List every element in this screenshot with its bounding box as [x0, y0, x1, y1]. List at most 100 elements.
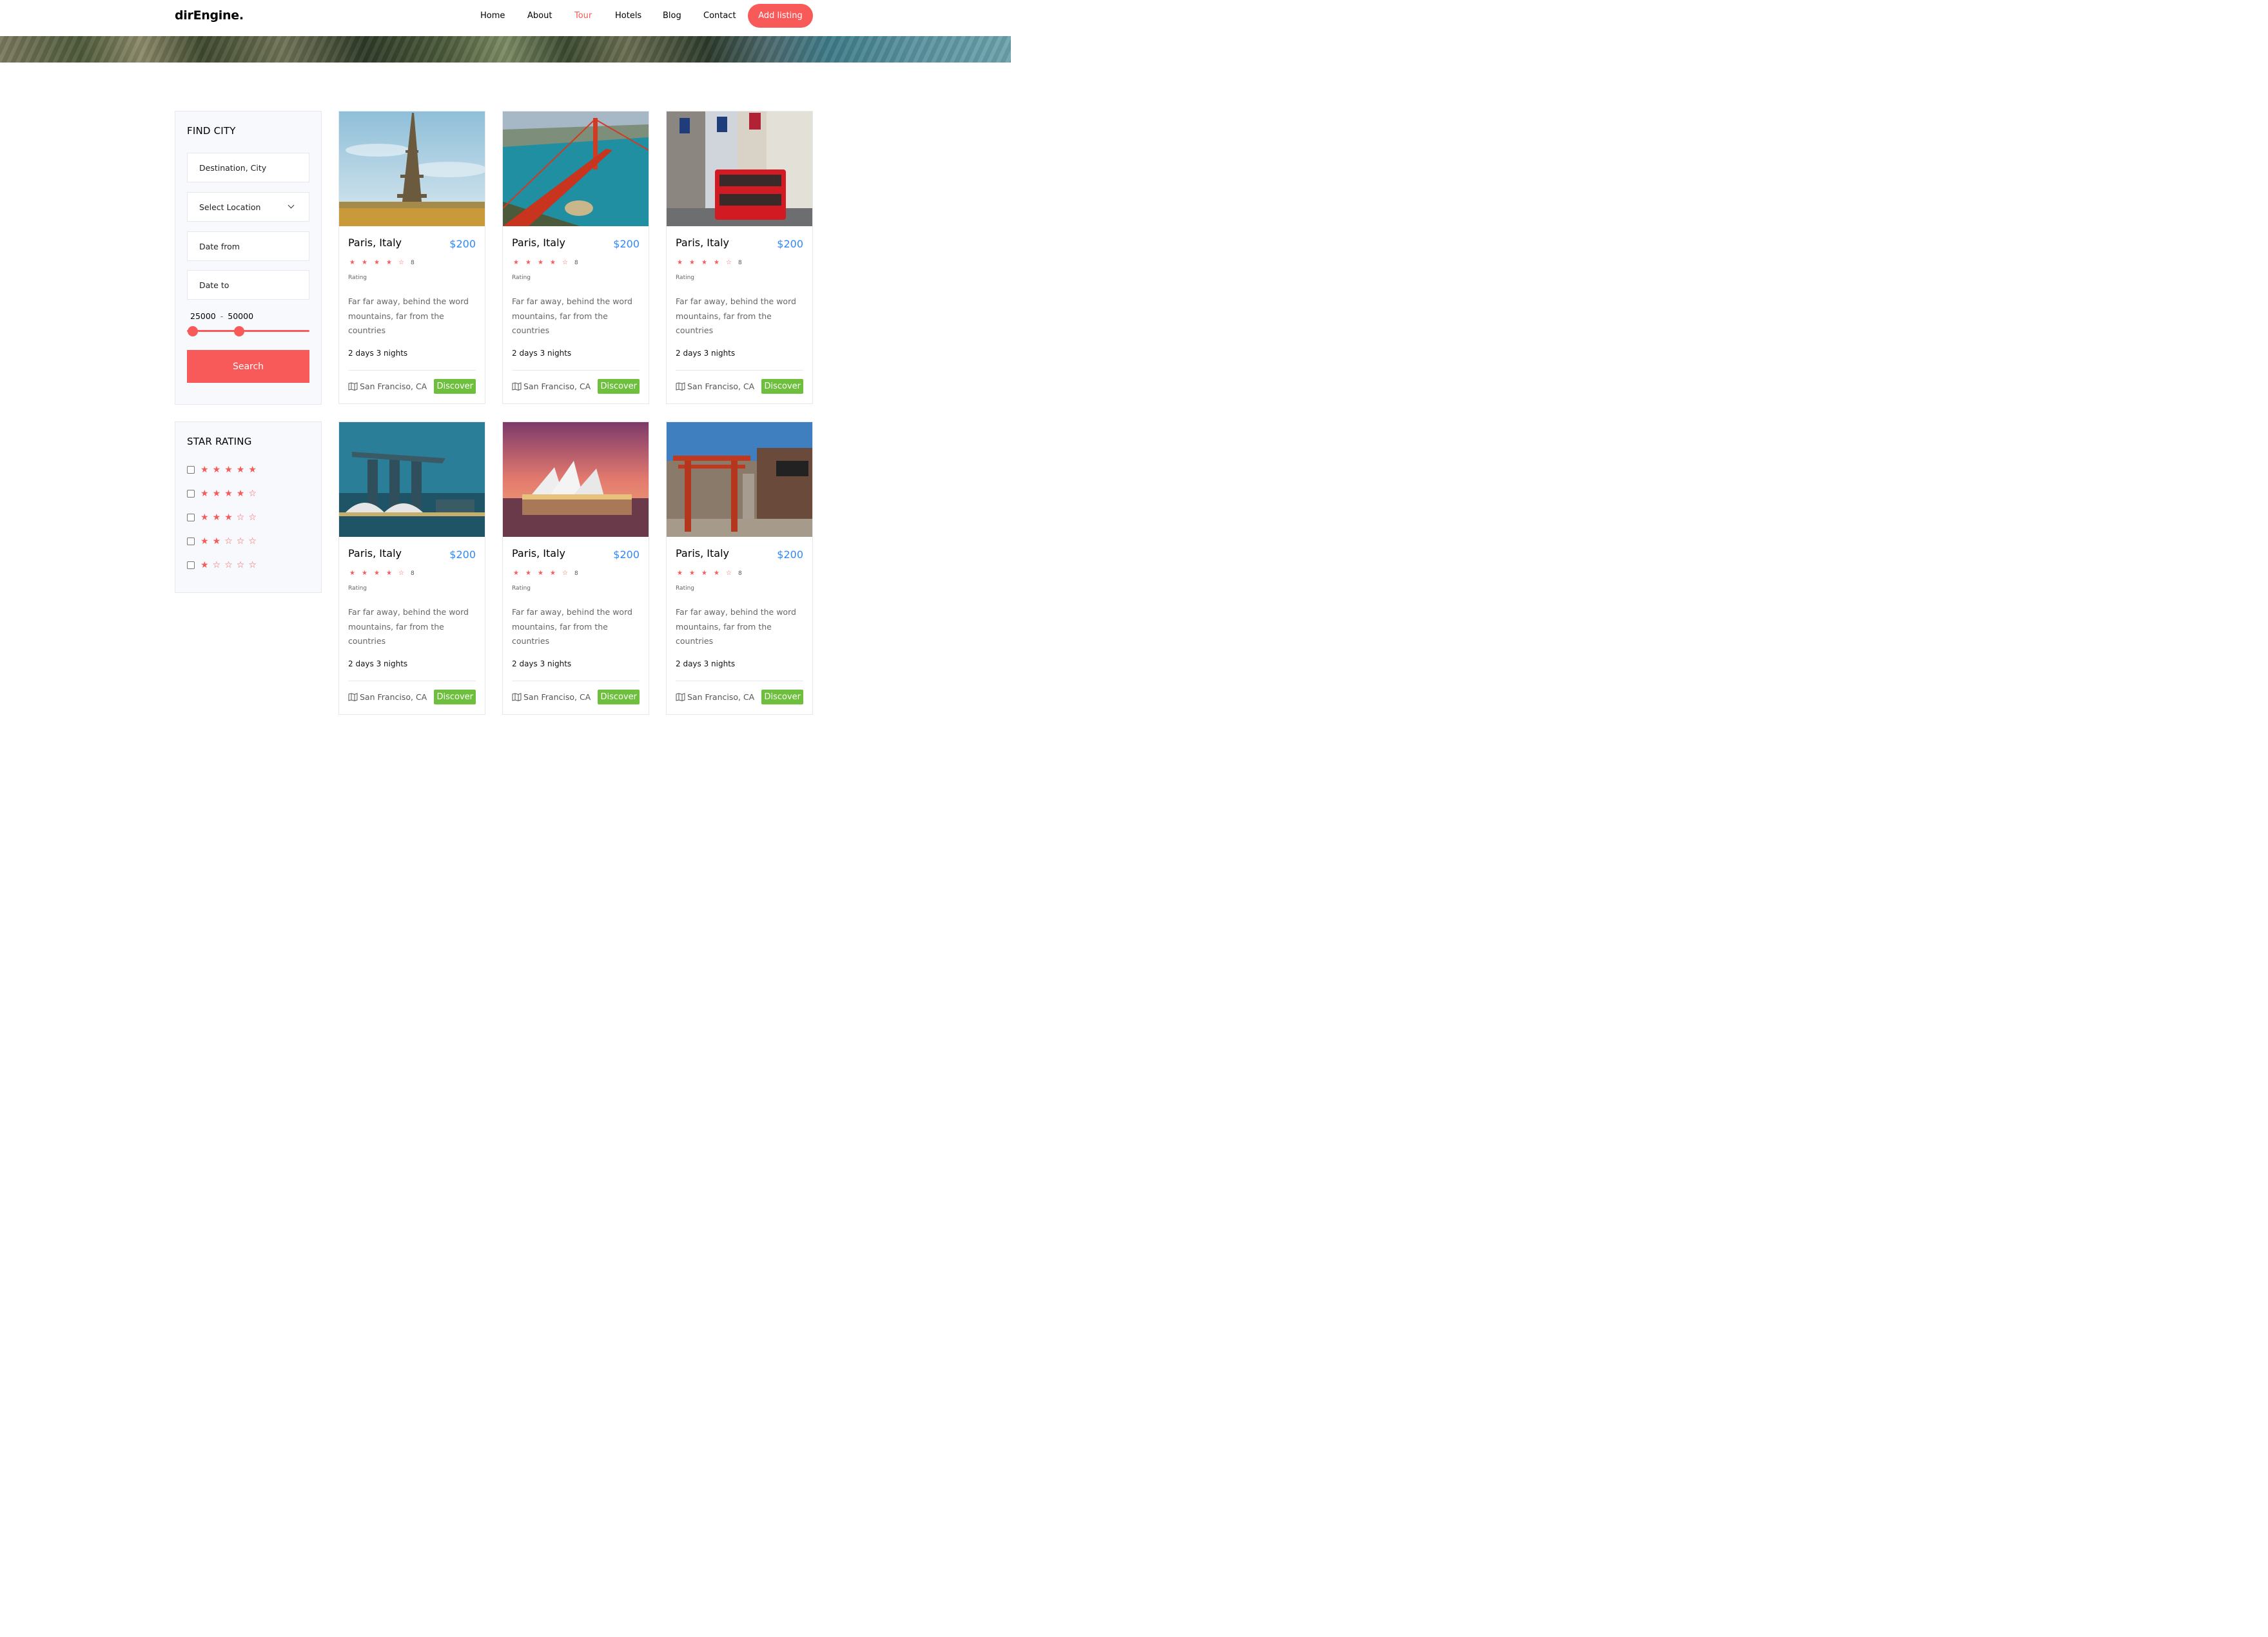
star-empty-icon: ☆	[562, 570, 568, 577]
site-logo[interactable]: dirEngine.	[175, 8, 244, 23]
japan-torii-street-photo[interactable]	[667, 422, 812, 537]
star-filter-stars: ★ ★ ☆ ☆ ☆	[200, 537, 260, 546]
marina-bay-sands-photo[interactable]	[339, 422, 485, 537]
card-divider	[348, 370, 476, 371]
trip-duration: 2 days 3 nights	[512, 659, 572, 668]
nav-contact[interactable]: Contact	[703, 11, 736, 21]
discover-button[interactable]: Discover	[598, 690, 640, 704]
star-filter-checkbox[interactable]	[187, 538, 195, 545]
card-title[interactable]: Paris, Italy	[512, 237, 565, 249]
card-title[interactable]: Paris, Italy	[676, 547, 729, 559]
location-text: San Franciso, CA	[523, 382, 591, 391]
star-filter-checkbox[interactable]	[187, 561, 195, 569]
discover-button[interactable]: Discover	[598, 379, 640, 394]
card-description: Far far away, behind the word mountains,…	[348, 607, 469, 646]
nav-hotels[interactable]: Hotels	[615, 11, 641, 21]
trip-duration: 2 days 3 nights	[348, 659, 408, 668]
star-filled-icon: ★	[513, 570, 519, 577]
range-max-handle[interactable]	[234, 326, 244, 336]
star-filter-row[interactable]: ★ ★ ★ ★ ☆	[187, 489, 260, 498]
card-title[interactable]: Paris, Italy	[512, 547, 565, 559]
star-filled-icon: ★	[714, 570, 719, 577]
star-filled-icon: ★	[550, 570, 556, 577]
tour-card[interactable]: Paris, Italy $200 ★ ★ ★ ★ ☆ 8 Rating Far far away…	[338, 111, 485, 404]
card-price: $200	[613, 548, 640, 561]
star-filled-icon: ★	[677, 259, 683, 266]
star-filter-row[interactable]: ★ ☆ ☆ ☆ ☆	[187, 561, 260, 570]
star-empty-icon: ☆	[398, 259, 404, 266]
discover-button[interactable]: Discover	[761, 379, 803, 394]
hero-image-strip	[0, 36, 1011, 63]
card-star-rating: ★ ★ ★ ★ ☆ 8	[513, 259, 578, 266]
star-filter-row[interactable]: ★ ★ ★ ★ ★	[187, 465, 260, 474]
golden-gate-bridge-photo[interactable]	[503, 111, 649, 226]
nav-about[interactable]: About	[527, 11, 552, 21]
tour-card[interactable]: Paris, Italy $200 ★ ★ ★ ★ ☆ 8 Rating Far far away…	[666, 111, 813, 404]
london-street-bus-photo[interactable]	[667, 111, 812, 226]
card-title[interactable]: Paris, Italy	[348, 237, 402, 249]
star-filter-row[interactable]: ★ ★ ★ ☆ ☆	[187, 513, 260, 522]
rating-label: Rating	[676, 275, 695, 281]
star-filled-icon: ★	[200, 489, 209, 499]
star-filter-checkbox[interactable]	[187, 490, 195, 498]
trip-duration: 2 days 3 nights	[512, 349, 572, 358]
star-filled-icon: ★	[200, 536, 209, 547]
sydney-opera-house-photo[interactable]	[503, 422, 649, 537]
star-filter-stars: ★ ★ ★ ★ ☆	[200, 489, 260, 498]
location-select-label: Select Location	[199, 202, 261, 212]
star-filter-checkbox[interactable]	[187, 466, 195, 474]
location-select[interactable]: Select Location	[187, 192, 309, 222]
star-rating-panel: STAR RATING ★ ★ ★ ★ ★ ★ ★ ★ ★ ☆ ★ ★ ★ ☆ ☆ ★ ★ ☆ ☆ ☆ ★ ☆ ☆ ☆ ☆	[175, 421, 322, 593]
card-description: Far far away, behind the word mountains,…	[348, 296, 469, 335]
star-filled-icon: ★	[386, 570, 392, 577]
range-min-handle[interactable]	[188, 326, 198, 336]
tour-card[interactable]: Paris, Italy $200 ★ ★ ★ ★ ☆ 8 Rating Far far away…	[502, 421, 649, 715]
star-filter-checkbox[interactable]	[187, 514, 195, 521]
trip-duration: 2 days 3 nights	[676, 349, 736, 358]
location-text: San Franciso, CA	[523, 692, 591, 702]
nav-tour[interactable]: Tour	[574, 11, 592, 21]
location-text: San Franciso, CA	[360, 382, 427, 391]
card-title[interactable]: Paris, Italy	[348, 547, 402, 559]
range-max-value: 50000	[228, 311, 254, 321]
star-empty-icon: ☆	[236, 536, 245, 547]
star-empty-icon: ☆	[726, 259, 732, 266]
star-filled-icon: ★	[689, 570, 695, 577]
star-filter-row[interactable]: ★ ★ ☆ ☆ ☆	[187, 537, 260, 546]
card-price: $200	[777, 238, 803, 250]
star-rating-title: STAR RATING	[187, 436, 252, 447]
star-filled-icon: ★	[714, 259, 719, 266]
card-title[interactable]: Paris, Italy	[676, 237, 729, 249]
search-button[interactable]: Search	[187, 350, 309, 383]
range-min-value: 25000	[190, 311, 216, 321]
nav-home[interactable]: Home	[480, 11, 505, 21]
star-filled-icon: ★	[677, 570, 683, 577]
tour-card[interactable]: Paris, Italy $200 ★ ★ ★ ★ ☆ 8 Rating Far far away…	[502, 111, 649, 404]
rating-label: Rating	[348, 585, 367, 592]
star-filter-stars: ★ ★ ★ ☆ ☆	[200, 513, 260, 522]
date-to-input[interactable]: Date to	[187, 270, 309, 300]
discover-button[interactable]: Discover	[434, 690, 476, 704]
nav-blog[interactable]: Blog	[663, 11, 681, 21]
rating-count: 8	[411, 570, 415, 577]
price-range-track[interactable]	[187, 330, 309, 332]
eiffel-tower-photo[interactable]	[339, 111, 485, 226]
discover-button[interactable]: Discover	[761, 690, 803, 704]
card-star-rating: ★ ★ ★ ★ ☆ 8	[677, 259, 742, 266]
discover-button[interactable]: Discover	[434, 379, 476, 394]
card-location: San Franciso, CA	[676, 382, 754, 391]
star-empty-icon: ☆	[248, 536, 257, 547]
star-filled-icon: ★	[550, 259, 556, 266]
add-listing-button[interactable]: Add listing	[748, 4, 813, 28]
map-icon	[348, 693, 358, 701]
destination-input[interactable]: Destination, City	[187, 153, 309, 182]
card-divider	[512, 370, 640, 371]
top-navbar: dirEngine. Home About Tour Hotels Blog C…	[0, 0, 1011, 36]
star-filter-stars: ★ ★ ★ ★ ★	[200, 465, 260, 474]
tour-card[interactable]: Paris, Italy $200 ★ ★ ★ ★ ☆ 8 Rating Far far away…	[666, 421, 813, 715]
rating-count: 8	[574, 570, 578, 577]
date-from-input[interactable]: Date from	[187, 231, 309, 261]
card-location: San Franciso, CA	[512, 692, 591, 702]
tour-card[interactable]: Paris, Italy $200 ★ ★ ★ ★ ☆ 8 Rating Far far away…	[338, 421, 485, 715]
star-filter-stars: ★ ☆ ☆ ☆ ☆	[200, 561, 260, 570]
